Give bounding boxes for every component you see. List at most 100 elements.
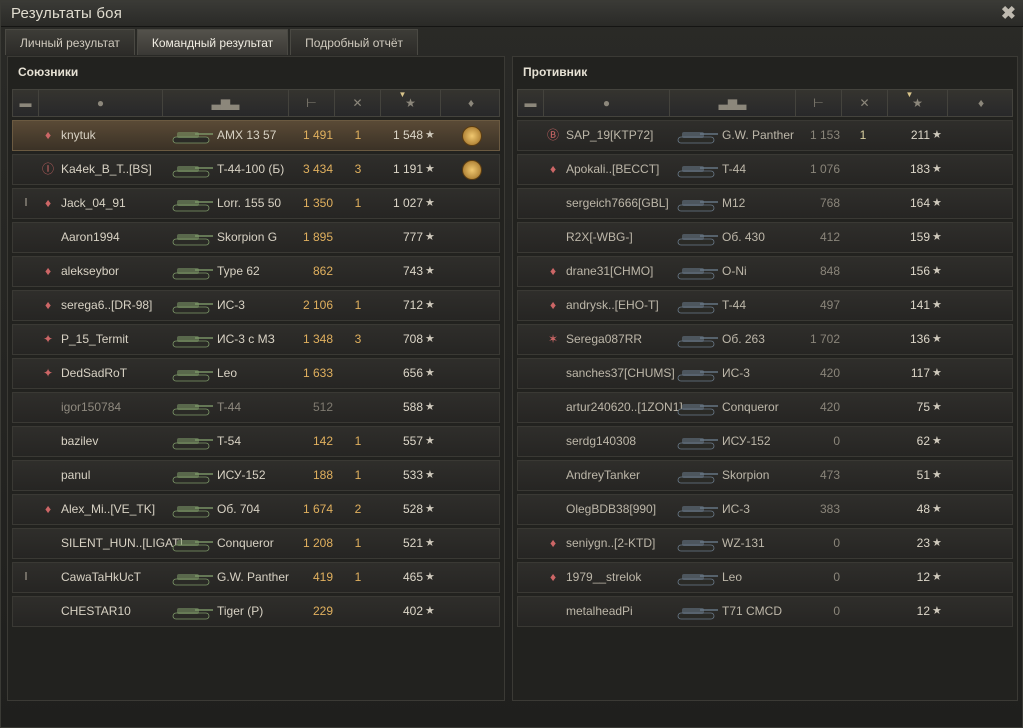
player-row[interactable]: SILENT_HUN..[LIGAT] Conqueror 1 208 1 521 ★ [12, 528, 500, 559]
tank-image [165, 189, 217, 218]
player-name[interactable]: AndreyTanker [566, 461, 678, 490]
player-row[interactable]: ♦ Alex_Mi..[VE_TK] Об. 704 1 674 2 528 ★ [12, 494, 500, 525]
player-column-header[interactable]: ● [39, 90, 163, 116]
player-name[interactable]: sergeich7666[GBL] [566, 189, 678, 218]
player-row[interactable]: igor150784 T-44 512 588 ★ [12, 392, 500, 423]
player-name[interactable]: DedSadRoT [61, 359, 173, 388]
player-name[interactable]: SAP_19[KTP72] [566, 121, 678, 150]
player-row[interactable]: panul ИСУ-152 188 1 533 ★ [12, 460, 500, 491]
player-name[interactable]: 1979__strelok [566, 563, 678, 592]
player-row[interactable]: AndreyTanker Skorpion 473 51 ★ [517, 460, 1013, 491]
damage-column-header[interactable]: ⊢ [796, 90, 842, 116]
close-icon[interactable]: ✖ [1001, 3, 1016, 24]
damage-value: 512 [312, 400, 333, 414]
player-name[interactable]: igor150784 [61, 393, 173, 422]
player-row[interactable]: bazilev T-54 142 1 557 ★ [12, 426, 500, 457]
tab-detailed-report[interactable]: Подробный отчёт [290, 29, 419, 55]
squad-badge [15, 461, 37, 490]
player-row[interactable]: serdg140308 ИСУ-152 0 62 ★ [517, 426, 1013, 457]
player-name[interactable]: andrysk..[EHO-T] [566, 291, 678, 320]
kills-column-header[interactable]: ✕ [335, 90, 381, 116]
player-name[interactable]: artur240620..[1ZON1] [566, 393, 683, 422]
player-row[interactable]: metalheadPi T71 CMCD 0 12 ★ [517, 596, 1013, 627]
player-name[interactable]: seniygn..[2-KTD] [566, 529, 678, 558]
player-name[interactable]: SILENT_HUN..[LIGAT] [61, 529, 183, 558]
damage-value: 848 [819, 264, 840, 278]
player-row[interactable]: ♦ andrysk..[EHO-T] T-44 497 141 ★ [517, 290, 1013, 321]
tank-icon [172, 234, 213, 246]
medal-cell[interactable] [457, 155, 487, 184]
player-row[interactable]: ♦ 1979__strelok Leo 0 12 ★ [517, 562, 1013, 593]
damage-value: 419 [312, 570, 333, 584]
player-row[interactable]: ✦ DedSadRoT Leo 1 633 656 ★ [12, 358, 500, 389]
player-name[interactable]: P_15_Termit [61, 325, 173, 354]
player-row[interactable]: R2X[-WBG-] Об. 430 412 159 ★ [517, 222, 1013, 253]
tab-team-result[interactable]: Командный результат [136, 29, 289, 55]
kills-column-header[interactable]: ✕ [842, 90, 888, 116]
player-row[interactable]: ♦ seniygn..[2-KTD] WZ-131 0 23 ★ [517, 528, 1013, 559]
player-row[interactable]: artur240620..[1ZON1] Conqueror 420 75 ★ [517, 392, 1013, 423]
tank-column-header[interactable]: ▃▆▃ [163, 90, 289, 116]
player-name[interactable]: Alex_Mi..[VE_TK] [61, 495, 173, 524]
damage-column-header[interactable]: ⊢ [289, 90, 335, 116]
tank-icon [677, 302, 718, 314]
player-name[interactable]: CHESTAR10 [61, 597, 173, 626]
player-name[interactable]: CawaTaHkUcT [61, 563, 173, 592]
xp-value: 557 [402, 434, 423, 448]
tank-icon [172, 336, 213, 348]
player-name[interactable]: serega6..[DR-98] [61, 291, 173, 320]
tab-personal-result[interactable]: Личный результат [5, 29, 135, 55]
player-name[interactable]: panul [61, 461, 173, 490]
xp-column-header[interactable]: ▼ ★ [381, 90, 441, 116]
star-icon: ★ [932, 231, 942, 243]
player-row[interactable]: Ⅰ CawaTaHkUcT G.W. Panther 419 1 465 ★ [12, 562, 500, 593]
xp-value: 521 [402, 536, 423, 550]
player-name[interactable]: bazilev [61, 427, 173, 456]
kills-value: 1 [354, 196, 362, 210]
player-name[interactable]: Aaron1994 [61, 223, 173, 252]
player-row[interactable]: OlegBDB38[990] ИС-3 383 48 ★ [517, 494, 1013, 525]
player-row[interactable]: ✶ Serega087RR Об. 263 1 702 136 ★ [517, 324, 1013, 355]
player-row[interactable]: ✦ P_15_Termit ИС-3 с МЗ 1 348 3 708 ★ [12, 324, 500, 355]
xp-column-header[interactable]: ▼ ★ [888, 90, 948, 116]
star-icon: ★ [425, 401, 435, 413]
player-row[interactable]: sergeich7666[GBL] M12 768 164 ★ [517, 188, 1013, 219]
player-name[interactable]: serdg140308 [566, 427, 678, 456]
medal-icon [462, 159, 482, 180]
clan-emblem-icon: ✶ [547, 332, 559, 346]
player-name[interactable]: Apokali..[BECCT] [566, 155, 678, 184]
player-row[interactable]: ♦ knytuk AMX 13 57 1 491 1 1 548 ★ [12, 120, 500, 151]
player-name[interactable]: sanches37[CHUMS] [566, 359, 678, 388]
medal-column-header[interactable]: ♦ [948, 90, 1014, 116]
player-name[interactable]: metalheadPi [566, 597, 678, 626]
player-row[interactable]: ♦ Apokali..[BECCT] T-44 1 076 183 ★ [517, 154, 1013, 185]
xp-value: 141 [909, 298, 930, 312]
player-row[interactable]: Ⅰ ♦ Jack_04_91 Lorr. 155 50 1 350 1 1 027 ★ [12, 188, 500, 219]
medal-column-header[interactable]: ♦ [441, 90, 501, 116]
xp-value: 533 [402, 468, 423, 482]
player-row[interactable]: CHESTAR10 Tiger (P) 229 402 ★ [12, 596, 500, 627]
player-name[interactable]: OlegBDB38[990] [566, 495, 678, 524]
kills-value: 1 [354, 468, 362, 482]
clan-emblem-icon [542, 427, 564, 456]
player-name[interactable]: Serega087RR [566, 325, 678, 354]
player-row[interactable]: ♦ serega6..[DR-98] ИС-3 2 106 1 712 ★ [12, 290, 500, 321]
player-name[interactable]: drane31[CHMO] [566, 257, 678, 286]
player-row[interactable]: Ⓑ SAP_19[KTP72] G.W. Panther 1 153 1 211 ★ [517, 120, 1013, 151]
player-name[interactable]: Jack_04_91 [61, 189, 173, 218]
player-row[interactable]: Aaron1994 Skorpion G1 895 777 ★ [12, 222, 500, 253]
player-name[interactable]: alekseybor [61, 257, 173, 286]
player-row[interactable]: ♦ drane31[CHMO] O-Ni 848 156 ★ [517, 256, 1013, 287]
player-row[interactable]: ♦ alekseybor Type 62 862 743 ★ [12, 256, 500, 287]
player-name[interactable]: R2X[-WBG-] [566, 223, 678, 252]
player-name[interactable]: knytuk [61, 121, 173, 150]
player-column-header[interactable]: ● [544, 90, 670, 116]
player-name[interactable]: Ka4ek_B_T..[BS] [61, 155, 173, 184]
medal-cell[interactable] [457, 121, 487, 150]
tank-icon [677, 336, 718, 348]
squad-column-header[interactable]: ▬ [518, 90, 544, 116]
player-row[interactable]: Ⓘ Ka4ek_B_T..[BS] T-44-100 (Б) 3 434 3 1 191 ★ [12, 154, 500, 185]
player-row[interactable]: sanches37[CHUMS] ИС-3 420 117 ★ [517, 358, 1013, 389]
squad-column-header[interactable]: ▬ [13, 90, 39, 116]
tank-column-header[interactable]: ▃▆▃ [670, 90, 796, 116]
